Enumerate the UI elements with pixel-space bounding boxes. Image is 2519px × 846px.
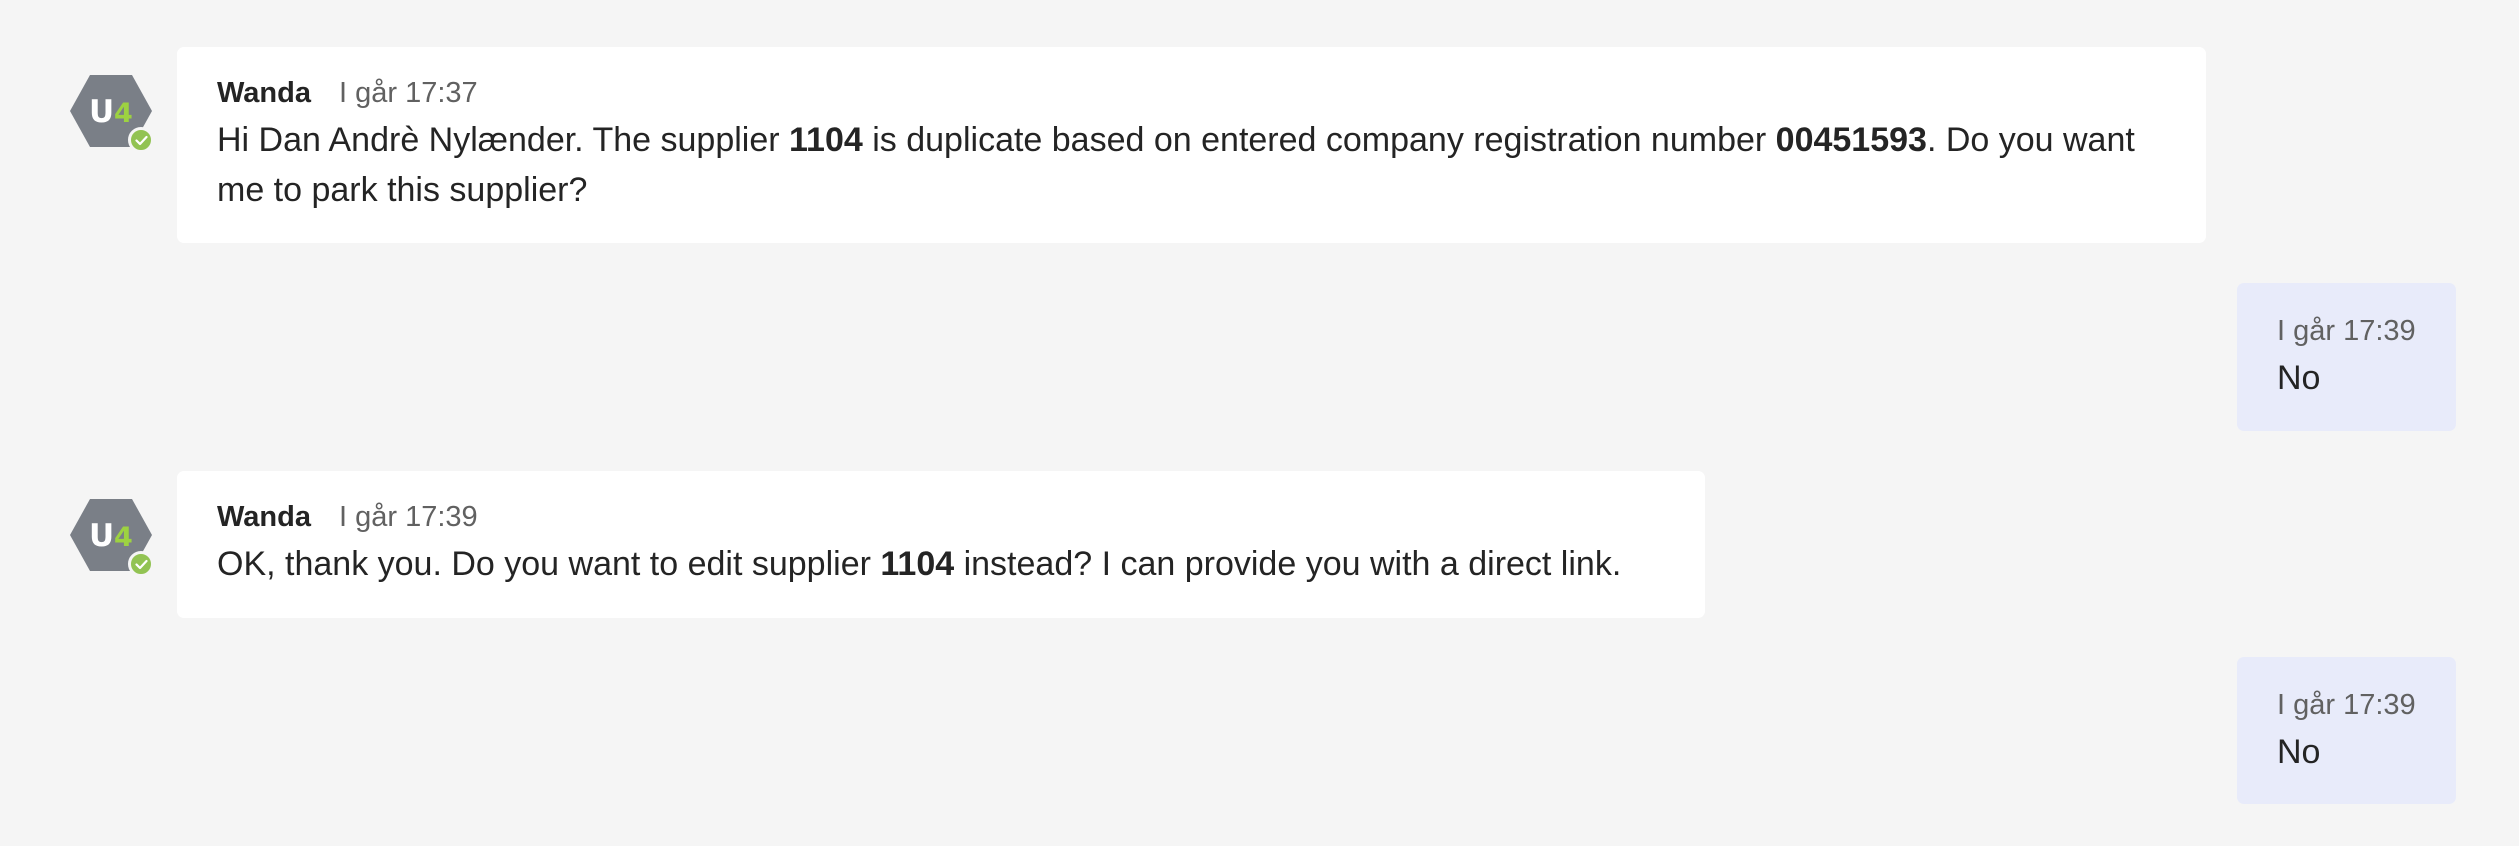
- message-bubble[interactable]: Wanda I går 17:39 OK, thank you. Do you w…: [177, 471, 1705, 618]
- own-message-bubble[interactable]: I går 17:39 No: [2237, 283, 2456, 431]
- message-header: I går 17:39: [2277, 313, 2418, 349]
- sender-name: Wanda: [217, 77, 311, 109]
- message-bubble[interactable]: Wanda I går 17:37 Hi Dan Andrè Nylænder. …: [177, 47, 2206, 243]
- message-text: Hi Dan Andrè Nylænder. The supplier 1104…: [217, 121, 2135, 209]
- supplier-id: 1104: [880, 545, 955, 583]
- message-header: I går 17:39: [2277, 687, 2418, 723]
- message-text: OK, thank you. Do you want to edit suppl…: [217, 545, 1622, 583]
- presence-available-icon: [128, 127, 154, 153]
- message-timestamp: I går 17:39: [338, 501, 478, 533]
- message-timestamp: I går 17:39: [2277, 689, 2416, 721]
- svg-text:4: 4: [114, 522, 133, 553]
- svg-text:U: U: [89, 518, 114, 554]
- registration-number: 00451593: [1775, 121, 1927, 159]
- svg-text:U: U: [89, 94, 114, 130]
- message-header: Wanda I går 17:39: [217, 499, 1665, 535]
- supplier-id: 1104: [789, 121, 863, 159]
- bot-avatar[interactable]: U 4: [70, 75, 154, 153]
- message-timestamp: I går 17:39: [2277, 315, 2416, 347]
- own-message-bubble[interactable]: I går 17:39 No: [2237, 657, 2456, 804]
- svg-text:4: 4: [114, 98, 133, 129]
- message-header: Wanda I går 17:37: [217, 75, 2166, 111]
- message-text: No: [2277, 733, 2321, 771]
- sender-name: Wanda: [217, 501, 311, 533]
- message-timestamp: I går 17:37: [338, 77, 478, 109]
- bot-avatar[interactable]: U 4: [70, 499, 154, 577]
- presence-available-icon: [128, 551, 154, 577]
- message-text: No: [2277, 359, 2321, 397]
